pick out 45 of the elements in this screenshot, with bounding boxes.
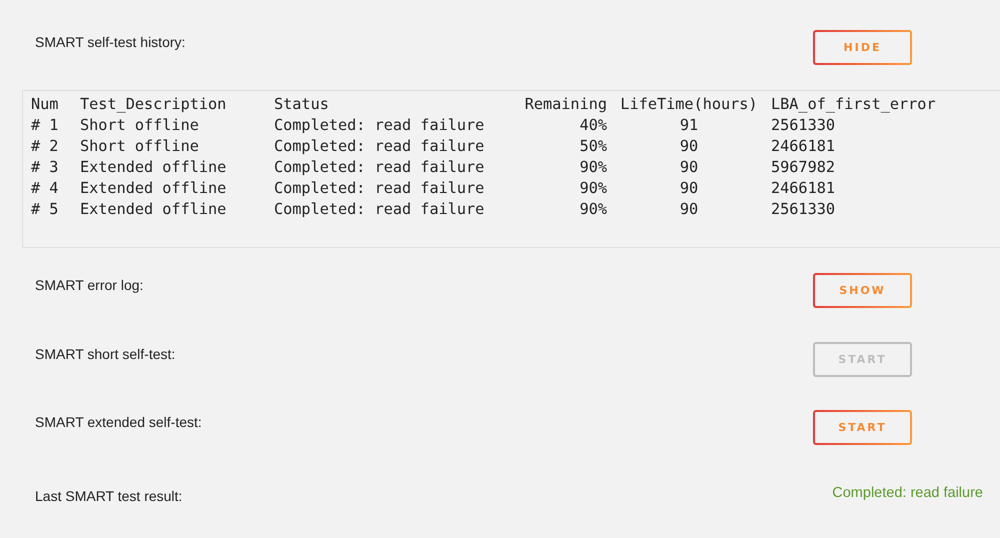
action-button[interactable]: SHOW [813, 273, 912, 308]
table-cell-text: # 5 [31, 200, 60, 220]
table-cell-text: Completed: read failure [274, 116, 486, 136]
table-cell-text: Short offline [80, 116, 200, 136]
table-cell-text: 50% [578, 137, 607, 158]
table-cell-text: 90% [578, 179, 607, 200]
column-header: Remaining [524, 95, 607, 116]
action-button[interactable]: START [813, 410, 912, 445]
column-header: LBA_of_first_error [771, 95, 937, 116]
table-cell-text: # 1 [31, 116, 60, 136]
table-cell-text: Short offline [80, 137, 200, 158]
table-cell-text: Extended offline [80, 200, 228, 220]
section-label: SMART self-test history: [35, 34, 186, 50]
table-cell-text: 90% [578, 200, 607, 220]
table-cell-text: 90 [678, 137, 700, 158]
section-label: SMART error log: [35, 277, 144, 294]
table-cell-text: Completed: read failure [274, 200, 486, 220]
action-button[interactable]: HIDE [813, 30, 912, 65]
column-header: Test_Description [80, 95, 228, 116]
table-cell-text: Completed: read failure [274, 158, 486, 178]
table-cell-text: Extended offline [80, 158, 228, 178]
table-cell-text: 90 [678, 179, 700, 200]
table-cell-text: 91 [678, 116, 700, 136]
table-cell-text: 90 [678, 200, 700, 220]
column-header: Status [274, 95, 330, 116]
table-cell-text: # 4 [31, 179, 60, 200]
table-cell-text: # 2 [31, 137, 60, 158]
table-cell-text: 90% [578, 158, 607, 178]
section-label: SMART extended self-test: [35, 414, 202, 430]
section-label: Last SMART test result: [35, 488, 182, 504]
table-cell-text: Extended offline [80, 179, 228, 200]
table-cell-text: Completed: read failure [274, 137, 486, 158]
table-cell-text: 2466181 [771, 137, 836, 158]
table-cell-text: # 3 [31, 158, 60, 178]
table-cell-text: Completed: read failure [274, 179, 486, 200]
column-header: Num [31, 95, 60, 116]
table-cell-text: 90 [678, 158, 700, 178]
table-cell-text: 2561330 [771, 116, 836, 136]
table-cell-text: 2466181 [771, 179, 836, 200]
column-header: LifeTime(hours) [619, 95, 759, 116]
table-cell-text: 40% [578, 116, 607, 136]
table-cell-text: 5967982 [771, 158, 836, 178]
result-text: Completed: read failure [832, 485, 983, 502]
table-cell-text: 2561330 [771, 200, 836, 220]
section-label: SMART short self-test: [35, 346, 176, 362]
